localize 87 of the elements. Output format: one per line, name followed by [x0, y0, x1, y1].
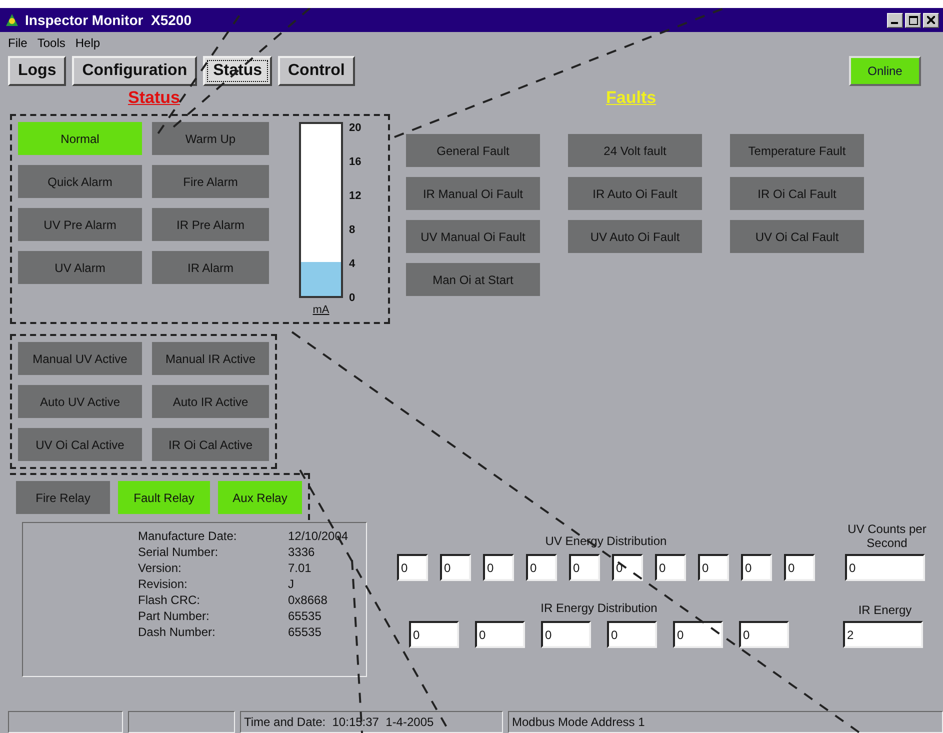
maximize-button[interactable] — [905, 12, 921, 28]
online-indicator[interactable]: Online — [849, 56, 921, 86]
status-indicator: Fire Relay — [16, 481, 110, 514]
status-indicator: Manual IR Active — [152, 342, 269, 375]
status-indicator: IR Auto Oi Fault — [568, 177, 702, 210]
input-field[interactable]: 0 — [409, 621, 459, 648]
status-indicator: 24 Volt fault — [568, 134, 702, 167]
maximize-icon — [908, 16, 918, 24]
input-field[interactable]: 0 — [845, 554, 925, 581]
info-label: Flash CRC: — [138, 593, 202, 607]
status-indicator: UV Alarm — [18, 251, 142, 284]
window-title: Inspector Monitor X5200 — [25, 12, 192, 28]
info-value: 12/10/2004 — [288, 529, 350, 543]
menu-item[interactable]: Tools — [37, 36, 66, 50]
status-indicator: Aux Relay — [218, 481, 302, 514]
tick-label: 20 — [349, 122, 362, 134]
status-indicator: UV Manual Oi Fault — [406, 220, 540, 253]
input-field[interactable]: 0 — [784, 554, 815, 581]
menu-item[interactable]: Help — [75, 36, 100, 50]
status-indicator: UV Pre Alarm — [18, 208, 142, 241]
input-field[interactable]: 0 — [541, 621, 591, 648]
tick-label: 8 — [349, 224, 356, 236]
status-text: Time and Date: 10:15:37 1-4-2005 — [240, 711, 503, 733]
input-field[interactable]: 0 — [698, 554, 729, 581]
status-indicator: IR Oi Cal Fault — [730, 177, 864, 210]
info-label: Revision: — [138, 577, 188, 591]
info-value: 7.01 — [288, 561, 312, 575]
tick-label: 16 — [349, 156, 362, 168]
info-value: 0x8668 — [288, 593, 328, 607]
info-label: Manufacture Date: — [138, 529, 238, 543]
field-label: IR Energy — [857, 603, 913, 617]
info-value: 65535 — [288, 625, 322, 639]
field-label: UV Counts per Second — [846, 522, 928, 550]
section-heading: Status — [128, 88, 180, 108]
status-indicator: IR Manual Oi Fault — [406, 177, 540, 210]
status-indicator: Normal — [18, 122, 142, 155]
unit-label: mA — [312, 304, 330, 316]
input-field[interactable]: 0 — [526, 554, 557, 581]
input-field[interactable]: 0 — [673, 621, 723, 648]
section-heading: Faults — [606, 88, 656, 108]
status-indicator: General Fault — [406, 134, 540, 167]
status-indicator: Warm Up — [152, 122, 269, 155]
input-field[interactable]: 0 — [397, 554, 428, 581]
input-field[interactable]: 0 — [741, 554, 772, 581]
input-field[interactable]: 0 — [475, 621, 525, 648]
status-indicator: IR Alarm — [152, 251, 269, 284]
info-label: Dash Number: — [138, 625, 216, 639]
tab[interactable]: Logs — [8, 56, 66, 86]
input-field[interactable]: 0 — [739, 621, 789, 648]
info-label: Serial Number: — [138, 545, 220, 559]
status-indicator: IR Oi Cal Active — [152, 428, 269, 461]
input-field[interactable]: 0 — [655, 554, 686, 581]
tick-label: 4 — [349, 258, 356, 270]
menu-item[interactable]: File — [8, 36, 28, 50]
status-indicator: UV Oi Cal Fault — [730, 220, 864, 253]
status-indicator: Auto IR Active — [152, 385, 269, 418]
tick-label: 12 — [349, 190, 362, 202]
status-indicator: Fault Relay — [118, 481, 210, 514]
app-icon — [4, 12, 20, 28]
status-indicator: Manual UV Active — [18, 342, 142, 375]
info-value: 3336 — [288, 545, 316, 559]
input-field[interactable]: 0 — [440, 554, 471, 581]
input-field[interactable]: 0 — [483, 554, 514, 581]
input-field[interactable]: 0 — [607, 621, 657, 648]
status-indicator: Fire Alarm — [152, 165, 269, 198]
input-field[interactable]: 2 — [843, 621, 923, 648]
status-indicator: Man Oi at Start — [406, 263, 540, 296]
info-label: Part Number: — [138, 609, 210, 623]
tab[interactable]: Status — [203, 56, 272, 86]
info-value: 65535 — [288, 609, 322, 623]
tick-label: 0 — [349, 292, 356, 304]
info-value: J — [288, 577, 295, 591]
status-text: Modbus Mode Address 1 — [508, 711, 943, 733]
status-indicator: IR Pre Alarm — [152, 208, 269, 241]
close-button[interactable] — [923, 12, 939, 28]
close-icon — [927, 16, 935, 24]
minimize-button[interactable] — [887, 12, 903, 28]
status-indicator: UV Oi Cal Active — [18, 428, 142, 461]
status-indicator: Quick Alarm — [18, 165, 142, 198]
status-indicator: UV Auto Oi Fault — [568, 220, 702, 253]
tab[interactable]: Configuration — [72, 56, 198, 86]
tab[interactable]: Control — [278, 56, 355, 86]
field-label: IR Energy Distribution — [540, 601, 658, 615]
input-field[interactable]: 0 — [569, 554, 600, 581]
status-indicator: Auto UV Active — [18, 385, 142, 418]
info-label: Version: — [138, 561, 182, 575]
status-indicator: Temperature Fault — [730, 134, 864, 167]
